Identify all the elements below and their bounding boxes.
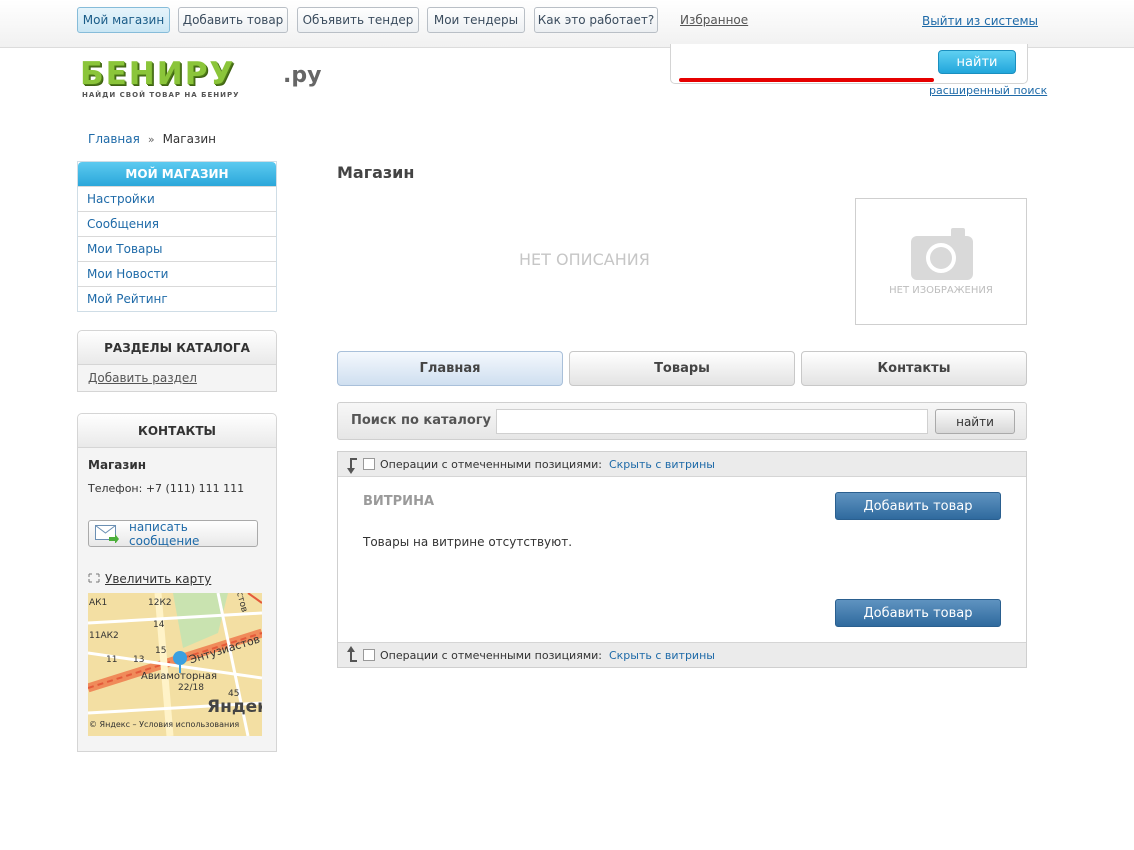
contact-phone: Телефон: +7 (111) 111 111 (88, 482, 245, 495)
showcase-empty-text: Товары на витрине отсутствуют. (363, 535, 573, 549)
contacts-body: Магазин Телефон: +7 (111) 111 111 написа… (78, 448, 276, 751)
select-all-checkbox-top[interactable] (363, 458, 375, 470)
breadcrumb: Главная » Магазин (88, 132, 216, 146)
nav-my-shop-button[interactable]: Мой магазин (77, 7, 170, 33)
top-bar: Мой магазин Добавить товар Объявить тенд… (0, 0, 1134, 48)
logout-link[interactable]: Выйти из системы (922, 14, 1038, 28)
nav-add-product-button[interactable]: Добавить товар (178, 7, 288, 33)
tab-contacts[interactable]: Контакты (801, 351, 1027, 386)
write-message-label: написать сообщение (129, 519, 200, 548)
header-search-input[interactable] (679, 50, 929, 74)
favorites-link[interactable]: Избранное (680, 13, 748, 27)
catalog-search-bar: Поиск по каталогу найти (337, 402, 1027, 440)
nav-how-it-works-button[interactable]: Как это работает? (534, 7, 658, 33)
page-title: Магазин (337, 163, 415, 182)
showcase-title: ВИТРИНА (363, 494, 435, 509)
sidebar-item-my-products[interactable]: Мои Товары (78, 236, 276, 261)
advanced-search-link[interactable]: расширенный поиск (929, 84, 1047, 97)
hide-from-showcase-link-bottom[interactable]: Скрыть с витрины (609, 649, 715, 662)
my-shop-menu: МОЙ МАГАЗИН Настройки Сообщения Мои Това… (77, 161, 277, 312)
catalog-sections-title: РАЗДЕЛЫ КАТАЛОГА (78, 331, 276, 365)
map-label: 15 (155, 646, 167, 656)
nav-my-tenders-button[interactable]: Мои тендеры (427, 7, 525, 33)
location-map[interactable]: АК1 12К2 стов 14 11АК2 15 11 13 Энтузиас… (88, 593, 262, 736)
contacts-title: КОНТАКТЫ (78, 414, 276, 448)
tab-main[interactable]: Главная (337, 351, 563, 386)
map-label: 12К2 (148, 598, 172, 608)
catalog-search-input[interactable] (496, 409, 928, 434)
camera-icon (911, 228, 973, 280)
zoom-map-link[interactable]: Увеличить карту (88, 572, 211, 586)
tab-products[interactable]: Товары (569, 351, 795, 386)
operations-label-bottom: Операции с отмеченными позициями: (380, 648, 602, 662)
hide-from-showcase-link-top[interactable]: Скрыть с витрины (609, 458, 715, 471)
breadcrumb-separator: » (147, 132, 155, 146)
add-product-button-bottom[interactable]: Добавить товар (835, 599, 1001, 627)
breadcrumb-current: Магазин (162, 132, 216, 146)
sidebar-item-messages[interactable]: Сообщения (78, 211, 276, 236)
catalog-search-button[interactable]: найти (935, 409, 1015, 434)
contact-shop-name: Магазин (88, 458, 147, 472)
envelope-icon (95, 524, 119, 544)
yandex-logo-text: Яндекс (207, 697, 262, 717)
catalog-search-label: Поиск по каталогу (351, 413, 492, 428)
map-label: 14 (153, 620, 165, 630)
write-message-button[interactable]: написать сообщение (88, 519, 258, 548)
nav-announce-tender-button[interactable]: Объявить тендер (297, 7, 419, 33)
corner-arrow-down-icon (343, 452, 361, 477)
logo-suffix: .ру (283, 63, 322, 88)
map-label: 22/18 (178, 683, 204, 693)
no-image-placeholder: НЕТ ИЗОБРАЖЕНИЯ (855, 198, 1027, 325)
contacts-box: КОНТАКТЫ Магазин Телефон: +7 (111) 111 1… (77, 413, 277, 752)
operations-bar-top: Операции с отмеченными позициями: Скрыть… (338, 452, 1026, 477)
site-logo[interactable]: БЕНИРУ .ру НАЙДИ СВОЙ ТОВАР НА БЕНИРУ (80, 58, 340, 102)
select-all-checkbox-bottom[interactable] (363, 649, 375, 661)
expand-icon (88, 572, 100, 586)
operations-bar-bottom: Операции с отмеченными позициями: Скрыть… (338, 642, 1026, 667)
map-label: АК1 (89, 598, 108, 608)
header-search-button[interactable]: найти (938, 50, 1016, 74)
red-underline-mark (679, 78, 934, 82)
map-metro-label: Авиамоторная (141, 671, 217, 682)
zoom-map-label: Увеличить карту (105, 572, 212, 586)
sidebar-item-my-news[interactable]: Мои Новости (78, 261, 276, 286)
add-product-button-top[interactable]: Добавить товар (835, 492, 1001, 520)
catalog-sections-box: РАЗДЕЛЫ КАТАЛОГА Добавить раздел (77, 330, 277, 392)
my-shop-menu-title: МОЙ МАГАЗИН (78, 162, 276, 186)
sidebar-item-settings[interactable]: Настройки (78, 186, 276, 211)
showcase-panel: Операции с отмеченными позициями: Скрыть… (337, 451, 1027, 668)
operations-label-top: Операции с отмеченными позициями: (380, 457, 602, 471)
add-section-link[interactable]: Добавить раздел (78, 365, 276, 391)
sidebar-item-my-rating[interactable]: Мой Рейтинг (78, 286, 276, 311)
map-label: 11АК2 (89, 631, 119, 641)
map-label: 11 (106, 655, 118, 665)
map-label: 13 (133, 655, 145, 665)
map-terms-link[interactable]: © Яндекс – Условия использования (89, 720, 239, 729)
no-description-text: НЕТ ОПИСАНИЯ (519, 250, 650, 269)
logo-tagline: НАЙДИ СВОЙ ТОВАР НА БЕНИРУ (82, 91, 240, 99)
no-image-label: НЕТ ИЗОБРАЖЕНИЯ (889, 285, 993, 296)
logo-name: БЕНИРУ (80, 56, 236, 92)
breadcrumb-home-link[interactable]: Главная (88, 132, 140, 146)
corner-arrow-up-icon (343, 643, 361, 668)
